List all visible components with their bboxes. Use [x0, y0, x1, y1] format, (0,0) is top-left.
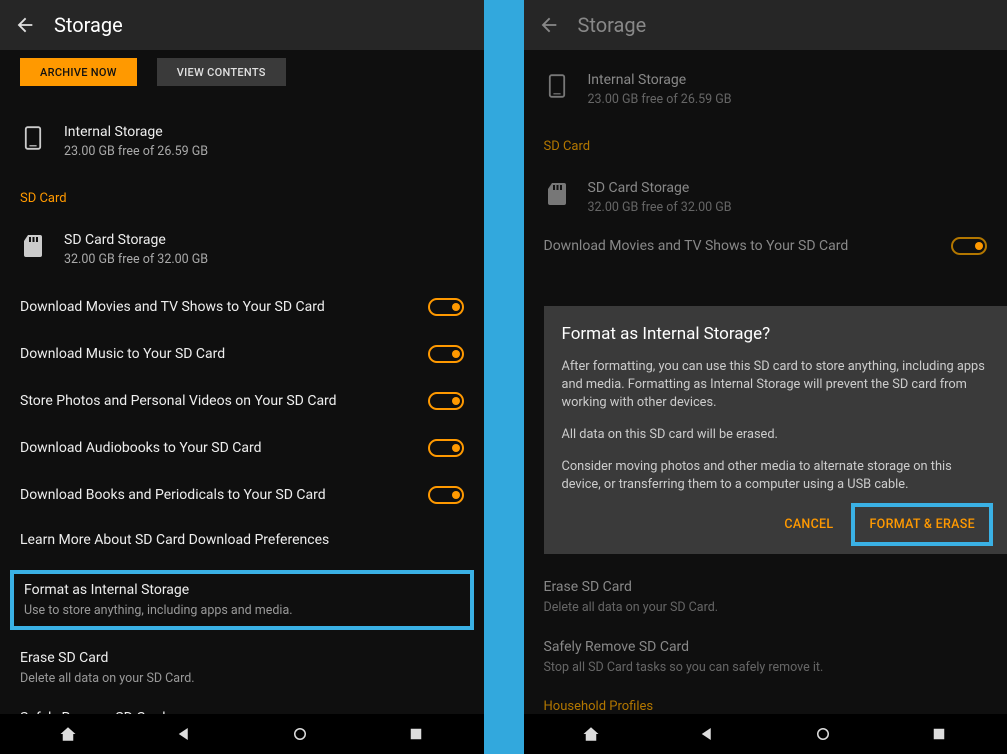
toggle-music-label: Download Music to Your SD Card [20, 346, 225, 362]
arrow-left-icon [538, 14, 560, 36]
home-icon [59, 725, 77, 743]
sd-storage-text: SD Card Storage 32.00 GB free of 32.00 G… [64, 232, 208, 267]
arrow-left-icon [14, 14, 36, 36]
toggle-music[interactable]: Download Music to Your SD Card [20, 330, 464, 377]
square-icon [930, 725, 948, 743]
sd-card-icon [548, 182, 566, 210]
navbar [524, 714, 1007, 754]
erase-sub: Delete all data on your SD Card. [544, 600, 988, 615]
sd-card-section-label: SD Card [544, 139, 988, 154]
sd-storage-title: SD Card Storage [64, 232, 208, 248]
dialog-p2: All data on this SD card will be erased. [562, 426, 990, 444]
safely-sub: Stop all SD Card tasks so you can safely… [544, 660, 988, 675]
safely-remove-row: Safely Remove SD Card Stop all SD Card t… [544, 627, 988, 687]
erase-title: Erase SD Card [544, 579, 988, 595]
internal-storage-title: Internal Storage [588, 72, 732, 88]
nav-home-button[interactable] [582, 725, 600, 743]
header: Storage [524, 0, 1007, 50]
dialog-title: Format as Internal Storage? [562, 324, 990, 344]
nav-circle-button[interactable] [814, 725, 832, 743]
back-button[interactable] [538, 14, 560, 36]
home-icon [582, 725, 600, 743]
sd-storage-sub: 32.00 GB free of 32.00 GB [64, 252, 208, 267]
erase-title: Erase SD Card [20, 650, 464, 666]
archive-now-button[interactable]: ARCHIVE NOW [20, 58, 137, 86]
sd-storage-row[interactable]: SD Card Storage 32.00 GB free of 32.00 G… [20, 214, 464, 283]
internal-storage-text: Internal Storage 23.00 GB free of 26.59 … [588, 72, 732, 107]
toggle-switch [951, 237, 987, 255]
sd-storage-text: SD Card Storage 32.00 GB free of 32.00 G… [588, 180, 732, 215]
circle-icon [814, 725, 832, 743]
sd-card-section-label: SD Card [20, 191, 464, 206]
sd-storage-title: SD Card Storage [588, 180, 732, 196]
format-as-internal-row[interactable]: Format as Internal Storage Use to store … [24, 582, 460, 618]
format-erase-button[interactable]: FORMAT & ERASE [851, 503, 993, 546]
toggle-movies-bg: Download Movies and TV Shows to Your SD … [544, 231, 988, 255]
nav-square-button[interactable] [407, 725, 425, 743]
internal-storage-text: Internal Storage 23.00 GB free of 26.59 … [64, 124, 208, 159]
screen-left: Storage ARCHIVE NOW VIEW CONTENTS Intern… [0, 0, 484, 754]
toggle-books[interactable]: Download Books and Periodicals to Your S… [20, 471, 464, 518]
nav-square-button[interactable] [930, 725, 948, 743]
erase-sub: Delete all data on your SD Card. [20, 671, 464, 686]
toggle-switch[interactable] [428, 486, 464, 504]
format-sub: Use to store anything, including apps an… [24, 603, 460, 618]
back-button[interactable] [14, 14, 36, 36]
content-area: ARCHIVE NOW VIEW CONTENTS Internal Stora… [0, 50, 484, 714]
phone-icon [24, 126, 42, 154]
toggle-switch[interactable] [428, 298, 464, 316]
screen-right: Storage Internal Storage 23.00 GB free o… [524, 0, 1007, 754]
phone-icon [548, 74, 566, 102]
toggle-movies[interactable]: Download Movies and TV Shows to Your SD … [20, 283, 464, 330]
toggle-audiobooks-label: Download Audiobooks to Your SD Card [20, 440, 261, 456]
internal-storage-row[interactable]: Internal Storage 23.00 GB free of 26.59 … [20, 106, 464, 175]
triangle-back-icon [175, 725, 193, 743]
navbar [0, 714, 484, 754]
circle-icon [291, 725, 309, 743]
toggle-movies-label: Download Movies and TV Shows to Your SD … [20, 299, 325, 315]
internal-storage-title: Internal Storage [64, 124, 208, 140]
nav-back-button[interactable] [698, 725, 716, 743]
sd-storage-row: SD Card Storage 32.00 GB free of 32.00 G… [544, 162, 988, 231]
dialog-actions: CANCEL FORMAT & ERASE [562, 507, 990, 542]
erase-sd-row: Erase SD Card Delete all data on your SD… [544, 567, 988, 627]
dialog-p3: Consider moving photos and other media t… [562, 458, 990, 494]
dialog-body: After formatting, you can use this SD ca… [562, 358, 990, 493]
sd-card-icon [24, 234, 42, 262]
safely-remove-row[interactable]: Safely Remove SD Card Stop all SD Card t… [20, 698, 464, 714]
header: Storage [0, 0, 484, 50]
triangle-back-icon [698, 725, 716, 743]
safely-title: Safely Remove SD Card [544, 639, 988, 655]
toggle-switch[interactable] [428, 392, 464, 410]
format-dialog: Format as Internal Storage? After format… [544, 306, 1007, 554]
cancel-button[interactable]: CANCEL [770, 507, 847, 542]
content-area: Internal Storage 23.00 GB free of 26.59 … [524, 50, 1007, 714]
dialog-p1: After formatting, you can use this SD ca… [562, 358, 990, 412]
format-highlight: Format as Internal Storage Use to store … [10, 570, 474, 630]
square-icon [407, 725, 425, 743]
toggle-switch[interactable] [428, 439, 464, 457]
format-title: Format as Internal Storage [24, 582, 460, 598]
toggle-audiobooks[interactable]: Download Audiobooks to Your SD Card [20, 424, 464, 471]
erase-sd-row[interactable]: Erase SD Card Delete all data on your SD… [20, 638, 464, 698]
toggle-movies-label: Download Movies and TV Shows to Your SD … [544, 238, 849, 254]
page-title: Storage [578, 13, 647, 37]
toggle-photos-label: Store Photos and Personal Videos on Your… [20, 393, 337, 409]
nav-circle-button[interactable] [291, 725, 309, 743]
toggle-photos[interactable]: Store Photos and Personal Videos on Your… [20, 377, 464, 424]
internal-storage-row: Internal Storage 23.00 GB free of 26.59 … [544, 50, 988, 123]
safely-title: Safely Remove SD Card [20, 710, 464, 714]
toggle-switch[interactable] [428, 345, 464, 363]
nav-back-button[interactable] [175, 725, 193, 743]
page-title: Storage [54, 13, 123, 37]
learn-more-link[interactable]: Learn More About SD Card Download Prefer… [20, 518, 464, 562]
button-row: ARCHIVE NOW VIEW CONTENTS [20, 58, 464, 86]
nav-home-button[interactable] [59, 725, 77, 743]
toggle-books-label: Download Books and Periodicals to Your S… [20, 487, 326, 503]
view-contents-button[interactable]: VIEW CONTENTS [157, 58, 286, 86]
internal-storage-sub: 23.00 GB free of 26.59 GB [588, 92, 732, 107]
sd-storage-sub: 32.00 GB free of 32.00 GB [588, 200, 732, 215]
household-profiles-label: Household Profiles [544, 699, 988, 714]
internal-storage-sub: 23.00 GB free of 26.59 GB [64, 144, 208, 159]
